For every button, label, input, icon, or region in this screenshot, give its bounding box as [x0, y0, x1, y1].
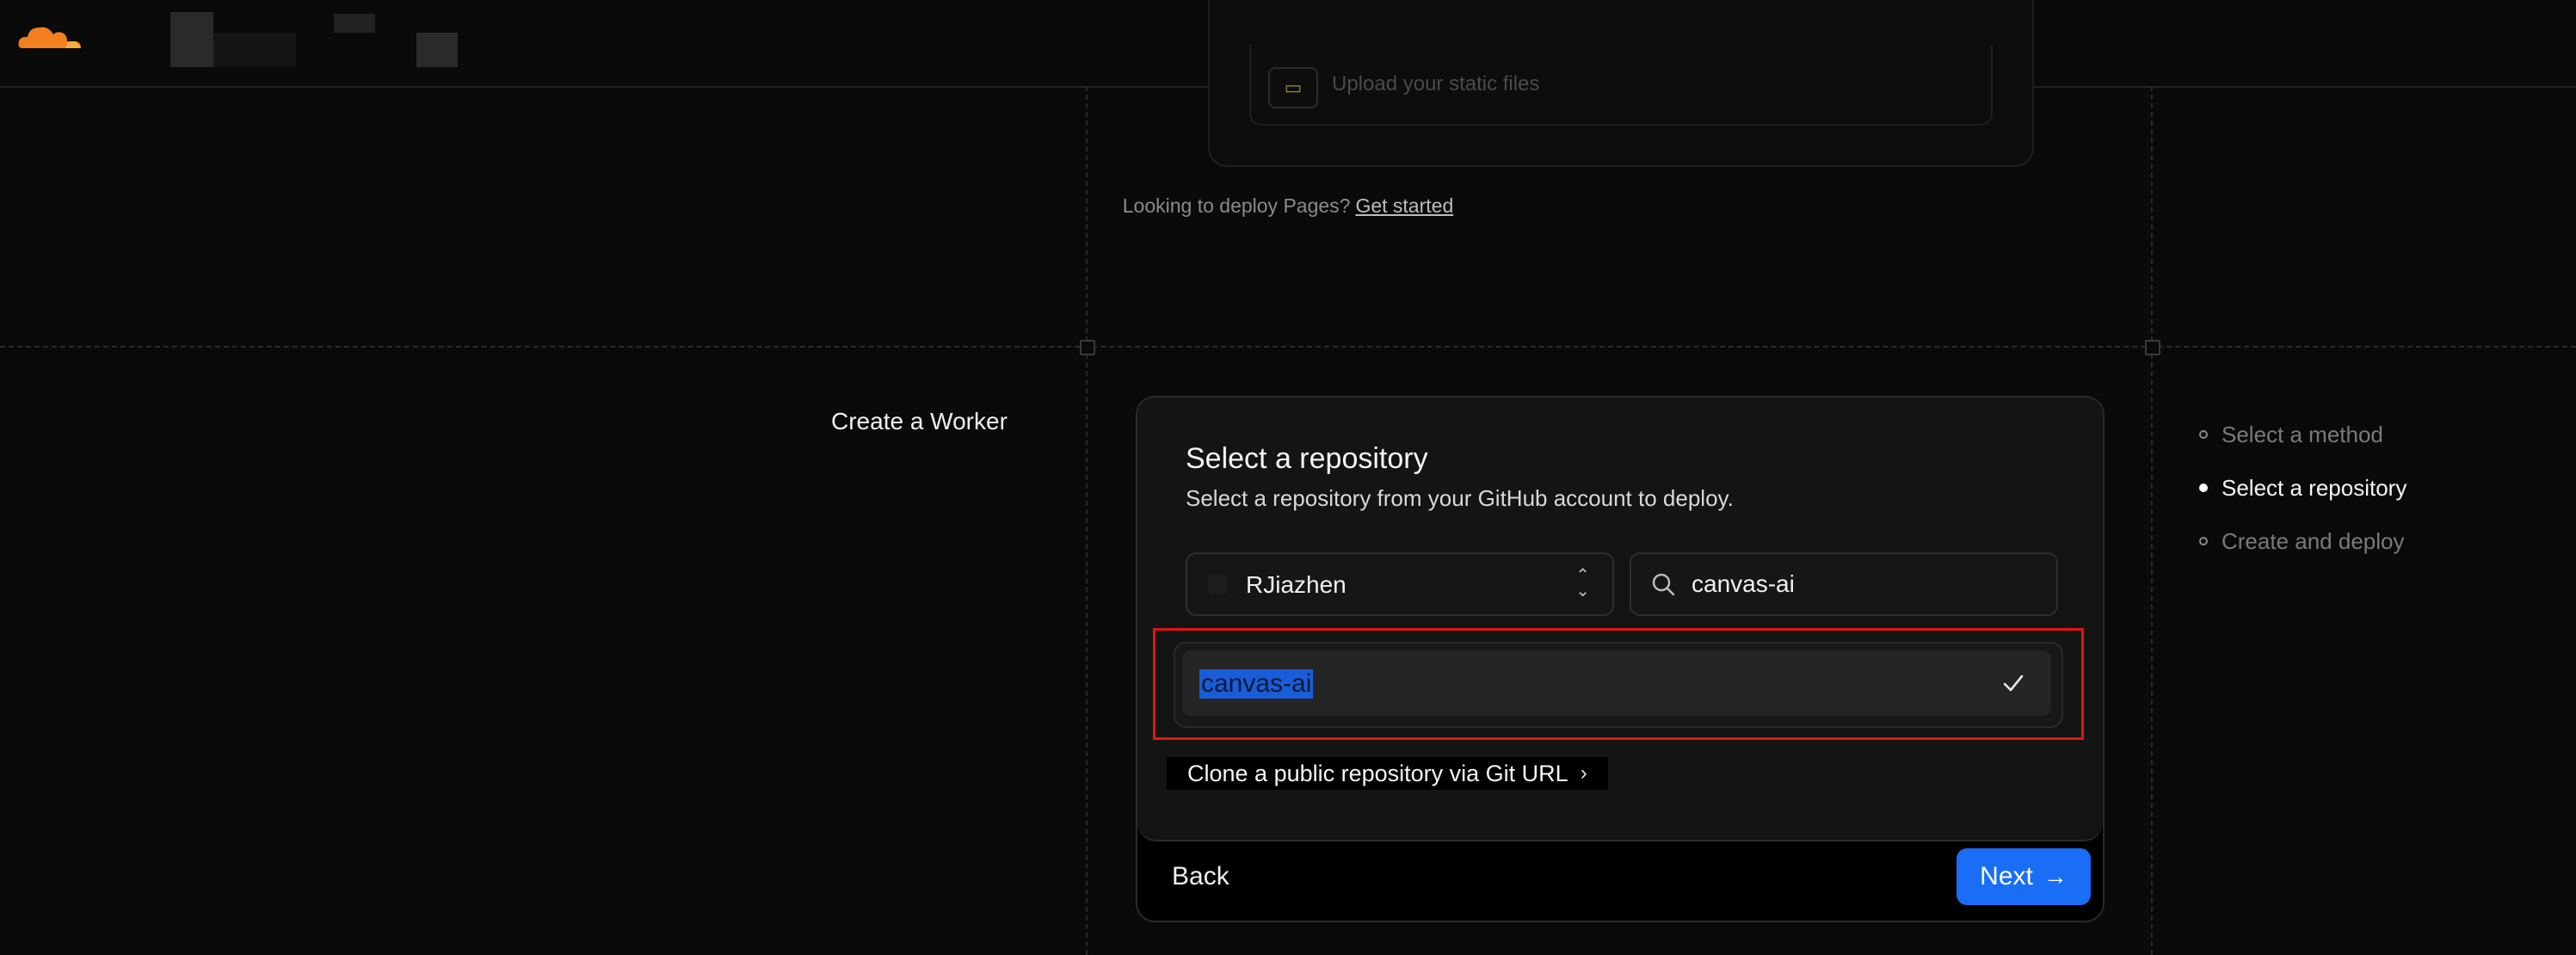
step-dot-icon	[2199, 430, 2208, 439]
cloudflare-cloud-icon[interactable]	[15, 19, 83, 53]
step-label: Create and deploy	[2222, 527, 2405, 554]
step-label: Select a method	[2222, 421, 2383, 447]
folder-icon: ▭	[1268, 67, 1318, 108]
upload-static-files-label: Upload your static files	[1332, 72, 1540, 96]
chevron-up-down-icon: ⌃ ⌄	[1575, 566, 1590, 601]
select-repository-card: Select a repository Select a repository …	[1136, 396, 2105, 922]
search-icon	[1652, 573, 1675, 596]
step-dot-icon	[2199, 484, 2208, 492]
grid-line	[0, 346, 2576, 348]
next-button[interactable]: Next →	[1957, 848, 2091, 905]
step-dot-icon	[2199, 537, 2208, 545]
page-title: Create a Worker	[831, 408, 1008, 434]
next-button-label: Next	[1980, 862, 2033, 890]
chevron-right-icon: ›	[1580, 761, 1587, 785]
get-started-link[interactable]: Get started	[1355, 194, 1453, 217]
owner-avatar	[1208, 575, 1227, 594]
nav-item-blurred[interactable]	[416, 33, 458, 67]
arrow-right-icon: →	[2043, 863, 2068, 890]
nav-item-blurred[interactable]	[334, 14, 375, 33]
clone-public-repo-label: Clone a public repository via Git URL	[1187, 760, 1568, 786]
pages-note-text: Looking to deploy Pages?	[1122, 194, 1351, 217]
back-button[interactable]: Back	[1172, 862, 1229, 891]
repository-name: canvas-ai	[1199, 669, 1314, 699]
clone-public-repo-link[interactable]: Clone a public repository via Git URL ›	[1167, 757, 1608, 790]
check-icon	[2003, 675, 2024, 692]
github-owner-select[interactable]: RJiazhen ⌃ ⌄	[1186, 552, 1614, 616]
card-subtitle: Select a repository from your GitHub acc…	[1186, 485, 1734, 511]
card-body: Select a repository Select a repository …	[1137, 397, 2103, 841]
grid-node	[1080, 340, 1095, 355]
account-avatar-blurred[interactable]	[170, 12, 213, 67]
card-title: Select a repository	[1186, 442, 1428, 475]
grid-node	[2145, 340, 2160, 355]
repository-search[interactable]	[1630, 552, 2058, 616]
step-select-repository: Select a repository	[2199, 461, 2407, 514]
repository-item[interactable]: canvas-ai	[1182, 650, 2051, 716]
pages-note: Looking to deploy Pages? Get started	[0, 194, 2576, 218]
step-select-method: Select a method	[2199, 408, 2407, 461]
account-name-blurred	[213, 33, 296, 67]
repository-list: canvas-ai	[1174, 642, 2063, 728]
wizard-steps: Select a method Select a repository Crea…	[2199, 408, 2407, 568]
owner-select-value: RJiazhen	[1246, 571, 1347, 598]
step-create-and-deploy: Create and deploy	[2199, 514, 2407, 568]
step-label: Select a repository	[2222, 474, 2407, 501]
repository-search-input[interactable]	[1690, 566, 2037, 602]
